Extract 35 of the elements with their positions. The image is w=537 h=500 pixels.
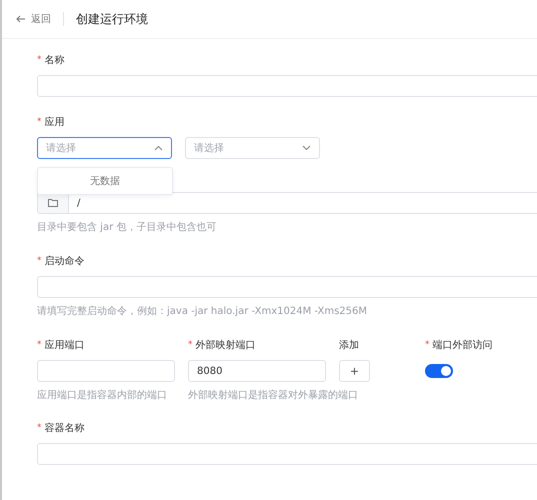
command-input[interactable]	[37, 276, 537, 298]
required-mark: *	[37, 256, 42, 266]
port-input[interactable]	[37, 360, 175, 382]
required-mark: *	[188, 340, 192, 350]
container-name-input[interactable]	[37, 443, 537, 465]
input-value: /	[76, 198, 80, 208]
required-mark: *	[37, 55, 42, 65]
required-mark: *	[37, 340, 42, 350]
field-hint: 应用端口是指容器内部的端口	[37, 388, 167, 402]
field-label: 名称	[44, 54, 64, 67]
field-hint: 外部映射端口是指容器对外暴露的端口	[188, 388, 358, 402]
toggle-switch[interactable]	[425, 364, 453, 378]
field-label: 容器名称	[44, 422, 84, 435]
directory-input[interactable]: /	[37, 192, 537, 214]
field-label: 端口外部访问	[432, 338, 492, 352]
field-hint: 目录中要包含 jar 包，子目录中包含也可	[37, 220, 216, 234]
chevron-down-icon	[302, 145, 311, 151]
port-input[interactable]: 8080	[188, 360, 326, 382]
back-link[interactable]: 返回	[16, 12, 51, 26]
required-mark: *	[37, 117, 42, 127]
field-label: 启动命令	[44, 254, 84, 268]
required-mark: *	[425, 340, 430, 350]
field-hint: 请填写完整启动命令，例如：java -jar halo.jar -Xmx1024M -Xms256M	[37, 304, 367, 318]
chevron-up-icon	[154, 145, 163, 151]
field-label: 外部映射端口	[196, 338, 256, 352]
name-input[interactable]	[37, 75, 537, 97]
field-label: 添加	[339, 338, 359, 352]
field-label: 应用	[44, 116, 64, 129]
arrow-left-icon	[16, 15, 26, 23]
field-label: 应用端口	[44, 338, 84, 352]
required-mark: *	[37, 423, 42, 433]
folder-icon	[48, 199, 58, 207]
add-button[interactable]: +	[339, 360, 370, 382]
empty-text: 无数据	[90, 175, 120, 188]
page-title: 创建运行环境	[76, 10, 148, 28]
